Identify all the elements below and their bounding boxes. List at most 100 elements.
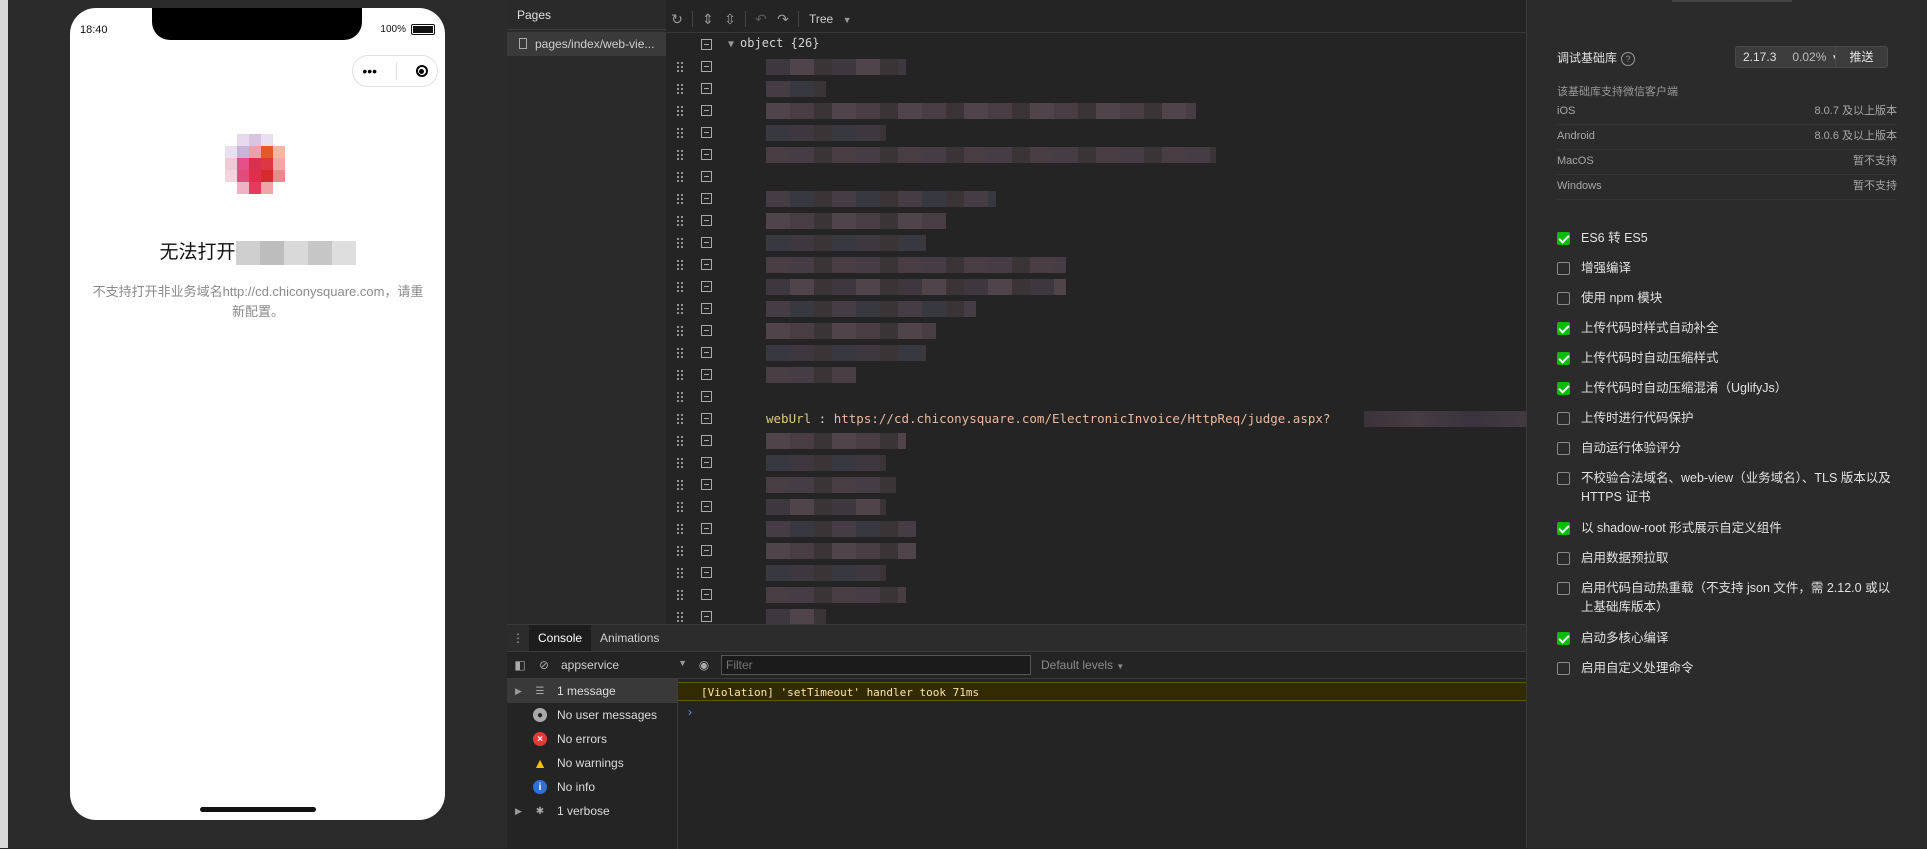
option-checkbox[interactable] bbox=[1557, 292, 1570, 305]
option-row[interactable]: 上传代码时样式自动补全 bbox=[1557, 319, 1897, 338]
tree-row[interactable] bbox=[666, 210, 1526, 232]
option-row[interactable]: 使用 npm 模块 bbox=[1557, 289, 1897, 308]
option-checkbox[interactable] bbox=[1557, 352, 1570, 365]
tree-row[interactable] bbox=[666, 298, 1526, 320]
node-menu-icon[interactable] bbox=[701, 149, 712, 160]
tree-row[interactable] bbox=[666, 386, 1526, 408]
node-menu-icon[interactable] bbox=[701, 391, 712, 402]
context-select[interactable]: appservice ▼ bbox=[555, 658, 687, 672]
option-checkbox[interactable] bbox=[1557, 522, 1570, 535]
drag-handle-icon[interactable] bbox=[676, 83, 684, 95]
node-menu-icon[interactable] bbox=[701, 589, 712, 600]
tree-row[interactable] bbox=[666, 496, 1526, 518]
node-menu-icon[interactable] bbox=[701, 215, 712, 226]
node-menu-icon[interactable] bbox=[701, 501, 712, 512]
tree-row[interactable] bbox=[666, 144, 1526, 166]
help-icon[interactable]: ? bbox=[1621, 51, 1636, 66]
option-row[interactable]: 启动多核心编译 bbox=[1557, 629, 1897, 648]
drag-handle-icon[interactable] bbox=[676, 369, 684, 381]
tree-row[interactable] bbox=[666, 232, 1526, 254]
refresh-icon[interactable]: ↻ bbox=[666, 11, 688, 28]
option-checkbox[interactable] bbox=[1557, 632, 1570, 645]
option-checkbox[interactable] bbox=[1557, 442, 1570, 455]
node-menu-icon[interactable] bbox=[701, 259, 712, 270]
node-menu-icon[interactable] bbox=[701, 479, 712, 490]
option-row[interactable]: 增强编译 bbox=[1557, 259, 1897, 278]
drag-handle-icon[interactable] bbox=[676, 457, 684, 469]
redo-icon[interactable]: ↷ bbox=[772, 11, 794, 28]
expand-icon[interactable]: ▼ bbox=[728, 39, 734, 50]
drag-handle-icon[interactable] bbox=[676, 435, 684, 447]
drag-handle-icon[interactable] bbox=[676, 237, 684, 249]
tree-row[interactable] bbox=[666, 540, 1526, 562]
option-checkbox[interactable] bbox=[1557, 582, 1570, 595]
node-menu-icon[interactable] bbox=[701, 237, 712, 248]
drag-handle-icon[interactable] bbox=[676, 589, 684, 601]
tree-row[interactable] bbox=[666, 474, 1526, 496]
node-menu-icon[interactable] bbox=[701, 523, 712, 534]
violation-message[interactable]: [Violation] 'setTimeout' handler took 71… bbox=[678, 682, 1526, 701]
drag-handle-icon[interactable] bbox=[676, 215, 684, 227]
drag-handle-icon[interactable] bbox=[676, 61, 684, 73]
tree-row[interactable] bbox=[666, 254, 1526, 276]
option-checkbox[interactable] bbox=[1557, 262, 1570, 275]
tree-row[interactable] bbox=[666, 188, 1526, 210]
sidebar-item-user-messages[interactable]: ● No user messages bbox=[507, 703, 677, 727]
option-checkbox[interactable] bbox=[1557, 232, 1570, 245]
log-levels-select[interactable]: Default levels ▼ bbox=[1041, 658, 1124, 672]
drag-handle-icon[interactable] bbox=[676, 303, 684, 315]
close-miniprogram-icon[interactable] bbox=[415, 65, 428, 77]
collapse-all-icon[interactable]: ⇳ bbox=[719, 11, 741, 28]
drag-handle-icon[interactable] bbox=[676, 281, 684, 293]
node-menu-icon[interactable] bbox=[701, 457, 712, 468]
node-menu-icon[interactable] bbox=[701, 303, 712, 314]
sidebar-item-verbose[interactable]: ▶ ✱ 1 verbose bbox=[507, 799, 677, 823]
drag-handle-icon[interactable] bbox=[676, 193, 684, 205]
node-menu-icon[interactable] bbox=[701, 325, 712, 336]
option-checkbox[interactable] bbox=[1557, 662, 1570, 675]
sidebar-item-errors[interactable]: × No errors bbox=[507, 727, 677, 751]
option-row[interactable]: 不校验合法域名、web-view（业务域名）、TLS 版本以及 HTTPS 证书 bbox=[1557, 469, 1897, 507]
tree-row[interactable] bbox=[666, 430, 1526, 452]
drag-handle-icon[interactable] bbox=[676, 105, 684, 117]
drag-handle-icon[interactable] bbox=[676, 611, 684, 623]
node-menu-icon[interactable] bbox=[701, 369, 712, 380]
option-row[interactable]: 上传时进行代码保护 bbox=[1557, 409, 1897, 428]
sidebar-item-info[interactable]: i No info bbox=[507, 775, 677, 799]
more-icon[interactable]: ••• bbox=[362, 63, 377, 79]
node-menu-icon[interactable] bbox=[701, 61, 712, 72]
tab-animations[interactable]: Animations bbox=[591, 625, 668, 651]
drag-handle-icon[interactable] bbox=[676, 127, 684, 139]
option-checkbox[interactable] bbox=[1557, 322, 1570, 335]
tree-root[interactable]: ▼ object {26} bbox=[728, 36, 820, 50]
node-menu-icon[interactable] bbox=[701, 171, 712, 182]
sidebar-item-messages[interactable]: ▶ ☰ 1 message bbox=[507, 679, 677, 703]
tree-row[interactable] bbox=[666, 452, 1526, 474]
drag-handle-icon[interactable] bbox=[676, 391, 684, 403]
drag-handle-icon[interactable] bbox=[676, 413, 684, 425]
tree-row[interactable] bbox=[666, 342, 1526, 364]
option-row[interactable]: 自动运行体验评分 bbox=[1557, 439, 1897, 458]
node-menu-icon[interactable] bbox=[701, 435, 712, 446]
sidebar-toggle-icon[interactable]: ◧ bbox=[507, 658, 533, 672]
pages-item-web-view[interactable]: pages/index/web-vie... bbox=[507, 32, 666, 56]
option-row[interactable]: ES6 转 ES5 bbox=[1557, 229, 1897, 248]
tree-row[interactable] bbox=[666, 78, 1526, 100]
tree-row[interactable] bbox=[666, 122, 1526, 144]
node-menu-icon[interactable] bbox=[701, 545, 712, 556]
node-menu-icon[interactable] bbox=[701, 83, 712, 94]
console-prompt-icon[interactable]: › bbox=[688, 705, 692, 719]
node-menu-icon[interactable] bbox=[701, 193, 712, 204]
option-row[interactable]: 启用代码自动热重载（不支持 json 文件，需 2.12.0 或以上基础库版本） bbox=[1557, 579, 1897, 617]
tree-row[interactable] bbox=[666, 320, 1526, 342]
drag-handle-icon[interactable] bbox=[676, 149, 684, 161]
phone-screen[interactable]: 18:40 100% ••• 无法打开 不支持打开非业务域名http://cd.… bbox=[70, 8, 445, 820]
drag-handle-icon[interactable] bbox=[676, 259, 684, 271]
mini-program-capsule[interactable]: ••• bbox=[352, 55, 438, 87]
drag-handle-icon[interactable] bbox=[676, 523, 684, 535]
node-menu-icon[interactable] bbox=[701, 39, 712, 50]
option-checkbox[interactable] bbox=[1557, 552, 1570, 565]
tree-row[interactable] bbox=[666, 100, 1526, 122]
tab-console[interactable]: Console bbox=[529, 625, 592, 651]
drag-handle-icon[interactable] bbox=[676, 171, 684, 183]
